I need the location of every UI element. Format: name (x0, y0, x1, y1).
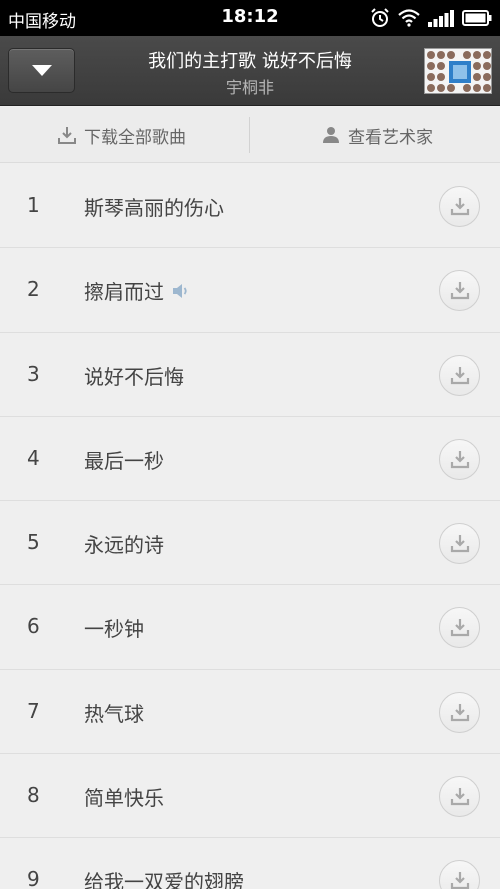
song-title-wrap: 一秒钟 (84, 613, 144, 642)
download-button[interactable] (439, 776, 480, 818)
download-button[interactable] (439, 523, 480, 565)
album-cover-image (425, 49, 491, 93)
song-title-wrap: 说好不后悔 (84, 361, 184, 390)
download-icon (450, 535, 470, 553)
song-title-wrap: 最后一秒 (84, 445, 164, 474)
song-title: 给我一双爱的翅膀 (84, 870, 244, 889)
song-title-wrap: 简单快乐 (84, 782, 164, 811)
signal-icon (428, 10, 454, 27)
song-row-7[interactable]: 7 热气球 (0, 670, 500, 755)
status-bar: 中国移动 18:12 (0, 0, 500, 36)
status-icons (370, 8, 492, 28)
now-playing-header: 我们的主打歌 说好不后悔 宇桐非 (0, 36, 500, 106)
now-playing-speaker-icon (173, 283, 187, 298)
track-number: 6 (27, 614, 40, 639)
download-button[interactable] (439, 270, 480, 312)
download-button[interactable] (439, 186, 480, 227)
song-title: 最后一秒 (84, 448, 164, 473)
collapse-button[interactable] (8, 48, 75, 93)
song-title: 热气球 (84, 701, 144, 726)
download-icon (450, 872, 470, 889)
download-icon (450, 788, 470, 806)
song-title: 说好不后悔 (84, 364, 184, 389)
track-number: 1 (27, 193, 40, 217)
download-icon (450, 198, 470, 216)
wifi-icon (398, 9, 420, 27)
download-icon (450, 366, 470, 384)
action-bar: 下载全部歌曲 查看艺术家 (0, 107, 500, 163)
download-icon (450, 703, 470, 721)
download-icon (450, 282, 470, 300)
divider (249, 117, 250, 153)
song-row-6[interactable]: 6 一秒钟 (0, 585, 500, 670)
track-number: 3 (27, 361, 40, 386)
download-all-button[interactable]: 下载全部歌曲 (58, 107, 186, 163)
alarm-icon (371, 8, 389, 27)
download-all-label: 下载全部歌曲 (84, 127, 186, 148)
battery-icon (462, 10, 492, 26)
download-icon (58, 127, 76, 144)
song-title: 擦肩而过 (84, 280, 164, 305)
song-row-4[interactable]: 4 最后一秒 (0, 417, 500, 502)
download-button[interactable] (439, 691, 480, 733)
song-row-9[interactable]: 9 给我一双爱的翅膀 (0, 838, 500, 889)
song-title: 一秒钟 (84, 617, 144, 642)
song-title-wrap: 热气球 (84, 698, 144, 727)
download-button[interactable] (439, 607, 480, 649)
song-title: 斯琴高丽的伤心 (84, 196, 224, 220)
download-icon (450, 619, 470, 637)
song-title: 永远的诗 (84, 533, 164, 558)
track-number: 2 (27, 277, 40, 302)
view-artist-button[interactable]: 查看艺术家 (322, 107, 433, 163)
view-artist-label: 查看艺术家 (348, 127, 433, 148)
song-list: 1 斯琴高丽的伤心 2 擦肩而过 3 说好不后悔 4 最后一秒 5 永远的诗 6… (0, 164, 500, 889)
song-title: 简单快乐 (84, 786, 164, 811)
track-number: 8 (27, 783, 40, 808)
download-button[interactable] (439, 354, 480, 396)
track-number: 5 (27, 530, 40, 555)
download-icon (450, 450, 470, 468)
song-row-1[interactable]: 1 斯琴高丽的伤心 (0, 164, 500, 249)
person-icon (323, 127, 339, 143)
song-row-8[interactable]: 8 简单快乐 (0, 754, 500, 839)
song-row-5[interactable]: 5 永远的诗 (0, 501, 500, 586)
album-song-title: 我们的主打歌 说好不后悔 (148, 51, 352, 72)
download-button[interactable] (439, 860, 480, 889)
track-number: 7 (27, 698, 40, 723)
artist-name: 宇桐非 (225, 78, 274, 97)
song-title-wrap: 斯琴高丽的伤心 (84, 192, 224, 221)
track-number: 9 (27, 867, 40, 889)
song-row-3[interactable]: 3 说好不后悔 (0, 333, 500, 417)
song-row-2[interactable]: 2 擦肩而过 (0, 248, 500, 333)
download-button[interactable] (439, 438, 480, 480)
track-number: 4 (27, 445, 40, 470)
album-cover[interactable] (424, 48, 492, 94)
chevron-down-icon (32, 65, 52, 76)
song-title-wrap: 擦肩而过 (84, 276, 190, 305)
song-title-wrap: 给我一双爱的翅膀 (84, 866, 244, 889)
song-title-wrap: 永远的诗 (84, 529, 164, 558)
